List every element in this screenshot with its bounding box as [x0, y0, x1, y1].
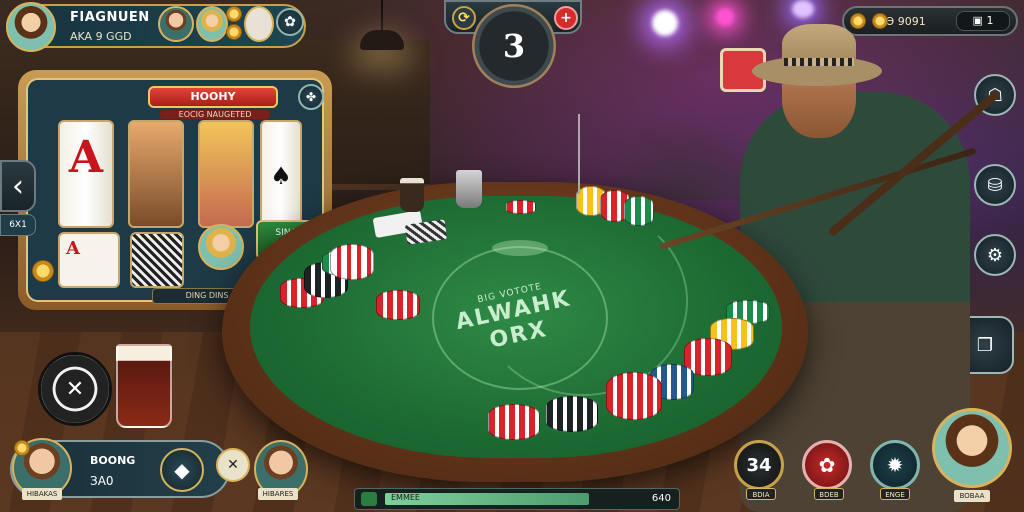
message-icon: ▣ [972, 14, 987, 27]
drink-glass [456, 170, 482, 208]
clover-icon [361, 492, 377, 506]
chip-stack[interactable] [330, 244, 374, 280]
bottom-player-label: HIBAKAS [22, 488, 62, 500]
felt-logo [492, 240, 548, 256]
back-chevron-button[interactable]: ‹ [0, 160, 36, 212]
chip-stack[interactable] [546, 396, 598, 432]
balance-tag-value: 1 [986, 14, 994, 27]
player-subtitle: AKA 9 GGD [70, 30, 132, 43]
player-name: FIAGNUEN [70, 10, 150, 25]
raise-action-label: BDEB [814, 488, 844, 500]
chip-stack[interactable] [606, 372, 662, 420]
chip-stack[interactable] [376, 290, 420, 320]
add-button[interactable]: + [554, 6, 578, 30]
chip-stack[interactable] [506, 200, 536, 214]
fold-action-button[interactable]: ✹ [870, 440, 920, 490]
shop-icon[interactable]: ⛁ [974, 164, 1016, 206]
coin-icon [850, 13, 866, 29]
progress-bar: EMMEE 640 [354, 488, 680, 510]
dealer-label: BOBAA [954, 490, 990, 502]
progress-label: EMMEE [391, 493, 420, 502]
dealer-avatar[interactable] [932, 408, 1012, 488]
balance-display: ВӨ 9091 ▣ 1 [842, 6, 1018, 36]
fishing-line [578, 114, 580, 194]
hat-band [784, 58, 854, 66]
coin-icon [14, 440, 30, 456]
stage-light [716, 8, 734, 26]
casino-chip-icon: ✕ [38, 352, 112, 426]
player-avatar[interactable] [6, 2, 56, 52]
coin-icon [226, 24, 242, 40]
card-pair: A [58, 232, 120, 288]
slot-character-icon [198, 224, 244, 270]
raise-action-button[interactable]: ✿ [802, 440, 852, 490]
coin-icon [32, 260, 54, 282]
slot-reel-cards: ♠ [260, 120, 302, 228]
countdown-timer: 3 [472, 4, 556, 88]
diamond-icon[interactable]: ◆ [160, 448, 204, 492]
ceiling-lamp [360, 0, 404, 55]
coin-icon [872, 13, 888, 29]
spade-icon: ♠ [270, 162, 292, 190]
ace-card: A [68, 132, 104, 183]
chip-stack[interactable] [624, 196, 654, 226]
opponent-avatar[interactable] [158, 6, 194, 42]
balance-tag[interactable]: ▣ 1 [956, 11, 1010, 31]
coin-icon [226, 6, 242, 22]
bet-action-button[interactable]: 34 [734, 440, 784, 490]
stage-light [652, 10, 678, 36]
slot-reel: A [58, 120, 114, 228]
clover-icon[interactable]: ✤ [298, 84, 324, 110]
side-tag: 6X1 [0, 214, 36, 236]
opponent-avatar[interactable] [196, 6, 228, 42]
opponent-avatar[interactable] [244, 6, 274, 42]
settings-gear-icon[interactable]: ⚙ [974, 234, 1016, 276]
chip-icon[interactable]: ✕ [216, 448, 250, 482]
bottom-player-name: BOONG [90, 454, 136, 467]
drink-glass [400, 178, 424, 212]
card-back [130, 232, 184, 288]
progress-value: 640 [651, 493, 671, 504]
refresh-icon[interactable]: ⟳ [452, 6, 476, 30]
beer-glass [116, 344, 172, 428]
slot-reel-character [128, 120, 184, 228]
fold-action-label: ENGE [880, 488, 910, 500]
leaf-icon[interactable]: ✿ [276, 8, 304, 36]
bottom-player-amount: ЗА0 [90, 474, 114, 488]
slot-subtitle: EOCIG NAUGETED [160, 110, 270, 119]
stage-light [792, 0, 814, 18]
bet-action-value: 34 [746, 454, 772, 476]
card-ace-small: A [66, 238, 80, 259]
chip-stack[interactable] [488, 404, 540, 440]
opponent-label: HIBARES [258, 488, 298, 500]
slot-title: HOOHY [148, 86, 278, 108]
bet-action-label: BDIA [746, 488, 776, 500]
slot-reel-character [198, 120, 254, 228]
